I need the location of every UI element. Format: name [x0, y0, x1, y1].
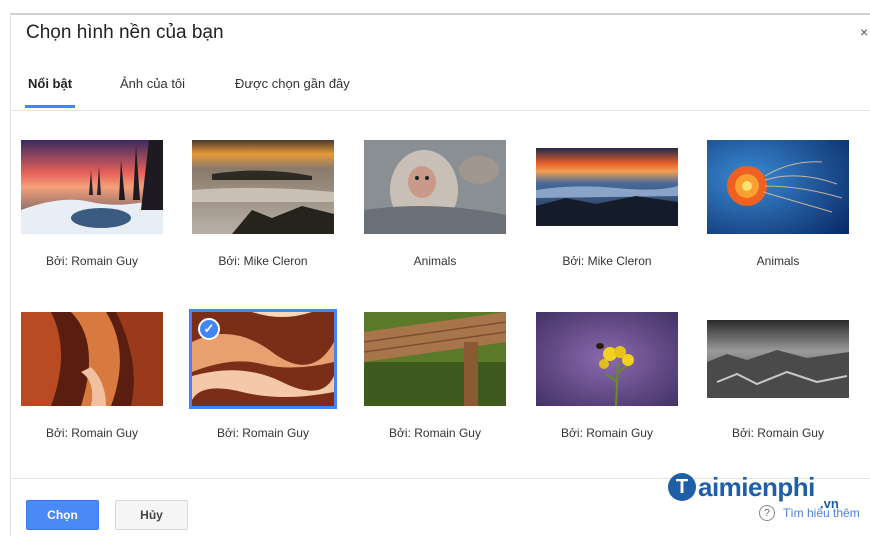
jellyfish-image [707, 140, 849, 234]
wallpaper-caption-6: Bởi: Romain Guy [46, 426, 138, 440]
wallpaper-thumb-5[interactable] [707, 140, 849, 234]
wallpaper-caption-8: Bởi: Romain Guy [389, 426, 481, 440]
wallpaper-thumb-6[interactable] [21, 312, 163, 406]
wallpaper-caption-2: Bởi: Mike Cleron [218, 254, 308, 268]
wallpaper-thumb-10[interactable] [707, 312, 849, 406]
mountain-clouds-image [536, 140, 678, 234]
wallpaper-thumb-1[interactable] [21, 140, 163, 234]
tab-featured[interactable]: Nổi bật [24, 76, 76, 108]
close-icon[interactable]: × [860, 24, 868, 40]
wallpaper-caption-3: Animals [413, 254, 457, 268]
wallpaper-caption-4: Bởi: Mike Cleron [562, 254, 652, 268]
dialog-title: Chọn hình nền của bạn [26, 22, 224, 43]
dialog-top-border [10, 13, 870, 15]
cancel-button[interactable]: Hủy [115, 500, 188, 530]
wooden-bench-image [364, 312, 506, 406]
red-canyon-image [21, 312, 163, 406]
wallpaper-caption-5: Animals [756, 254, 800, 268]
wallpaper-caption-1: Bởi: Romain Guy [46, 254, 138, 268]
wallpaper-dialog: Chọn hình nền của bạn × Nổi bật Ảnh của … [0, 0, 870, 536]
wallpaper-thumb-8[interactable] [364, 312, 506, 406]
fog-valley-image [192, 140, 334, 234]
select-button[interactable]: Chọn [26, 500, 99, 530]
help-icon: ? [759, 505, 775, 521]
wallpaper-thumb-9[interactable] [536, 312, 678, 406]
sunset-lake-image [21, 140, 163, 234]
wallpaper-caption-7: Bởi: Romain Guy [217, 426, 309, 440]
watermark-word: aimienphi [698, 471, 815, 502]
wallpaper-thumb-3[interactable] [364, 140, 506, 234]
snow-monkey-image [364, 140, 506, 234]
wallpaper-thumb-4[interactable] [536, 140, 678, 234]
wallpaper-caption-10: Bởi: Romain Guy [732, 426, 824, 440]
wallpaper-caption-9: Bởi: Romain Guy [561, 426, 653, 440]
wallpaper-thumb-2[interactable] [192, 140, 334, 234]
watermark-logo: T aimienphi .vn [668, 470, 839, 511]
selected-check-icon: ✓ [198, 318, 220, 340]
bw-landscape-image [707, 312, 849, 406]
help-link[interactable]: ? Tìm hiểu thêm [759, 505, 860, 521]
help-link-label: Tìm hiểu thêm [783, 506, 860, 520]
tab-recently-selected[interactable]: Được chọn gần đây [235, 76, 350, 108]
watermark-logo-letter: T [668, 473, 696, 501]
yellow-flower-image [536, 312, 678, 406]
tab-my-photos[interactable]: Ảnh của tôi [120, 76, 185, 108]
tab-bar: Nổi bật Ảnh của tôi Được chọn gần đây [11, 70, 870, 111]
